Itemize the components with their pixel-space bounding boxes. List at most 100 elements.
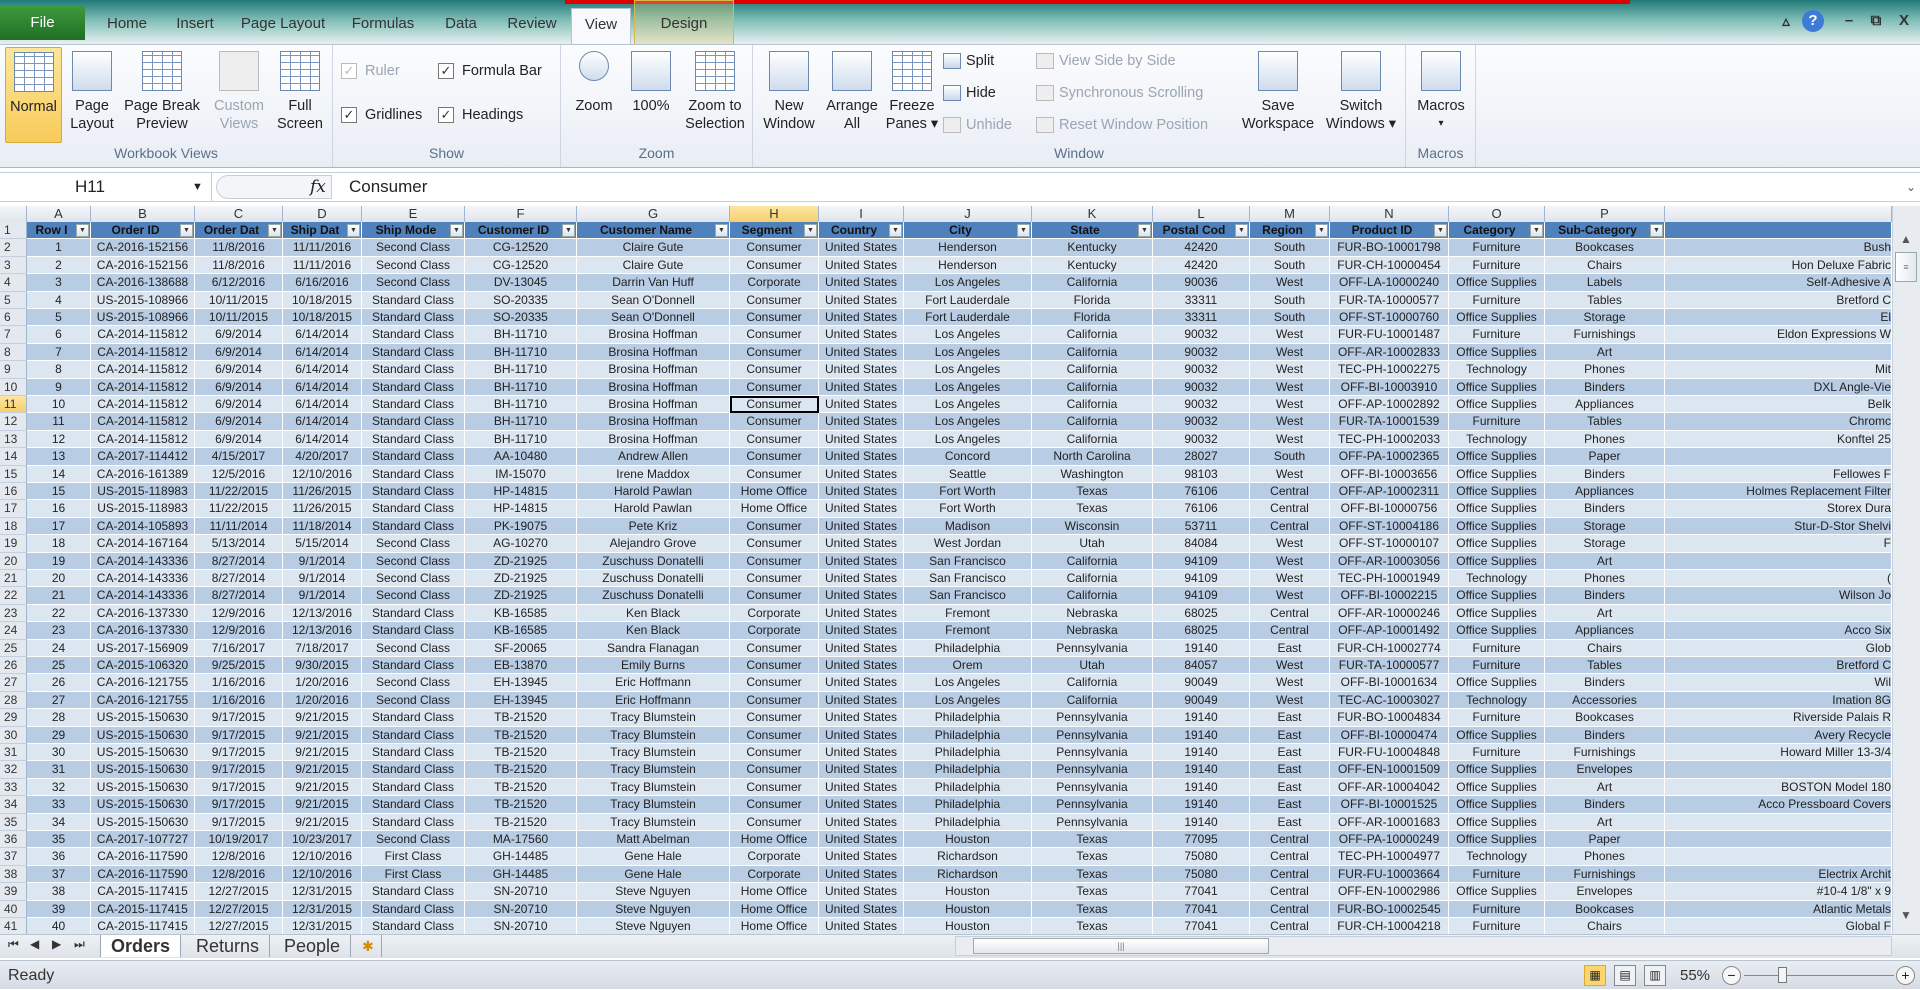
cell[interactable]: TB-21520 — [465, 796, 577, 814]
cell[interactable]: California — [1032, 430, 1153, 449]
column-header-cell[interactable] — [1665, 222, 1892, 240]
cell[interactable]: ZD-21925 — [465, 570, 577, 588]
cell[interactable]: 27 — [27, 691, 91, 710]
row-number[interactable]: 4 — [0, 274, 27, 292]
cell[interactable]: Bretford C — [1665, 657, 1892, 675]
cell[interactable]: Pennsylvania — [1032, 709, 1153, 727]
select-all-corner[interactable] — [0, 206, 27, 224]
cell[interactable]: CA-2014-105893 — [91, 517, 195, 536]
cell[interactable]: BH-11710 — [465, 430, 577, 449]
cell[interactable]: United States — [819, 865, 904, 884]
cell[interactable]: ZD-21925 — [465, 587, 577, 605]
cell[interactable]: Philadelphia — [904, 813, 1032, 831]
cell[interactable]: CA-2014-115812 — [91, 326, 195, 344]
cell[interactable]: Tables — [1545, 291, 1665, 309]
cell[interactable]: West — [1250, 326, 1330, 344]
row-number[interactable]: 22 — [0, 587, 27, 605]
cell[interactable]: CA-2014-167164 — [91, 535, 195, 553]
cell[interactable]: 11/22/2015 — [195, 483, 283, 501]
cell[interactable]: Pennsylvania — [1032, 778, 1153, 797]
cell[interactable]: United States — [819, 361, 904, 379]
cell[interactable]: California — [1032, 361, 1153, 379]
cell[interactable]: Pennsylvania — [1032, 796, 1153, 814]
cell[interactable]: Los Angeles — [904, 361, 1032, 379]
cell[interactable]: 16 — [27, 500, 91, 518]
cell[interactable]: Second Class — [362, 535, 465, 553]
cell[interactable]: 90032 — [1153, 430, 1250, 449]
cell[interactable]: 1 — [27, 239, 91, 257]
restore-window-icon[interactable]: ⧉ — [1865, 12, 1887, 29]
cell[interactable]: SO-20335 — [465, 291, 577, 309]
cell[interactable]: 6 — [27, 326, 91, 344]
column-header-b[interactable]: B — [91, 206, 195, 224]
cell[interactable]: Kentucky — [1032, 256, 1153, 275]
cell[interactable]: Tracy Blumstein — [577, 813, 730, 831]
cell[interactable]: CA-2014-115812 — [91, 413, 195, 431]
cell[interactable]: West — [1250, 396, 1330, 414]
row-number[interactable]: 36 — [0, 831, 27, 849]
cell[interactable]: 90032 — [1153, 413, 1250, 431]
cell[interactable]: Furniture — [1449, 256, 1545, 275]
cell[interactable]: 19140 — [1153, 709, 1250, 727]
cell[interactable]: East — [1250, 726, 1330, 744]
cell[interactable]: Philadelphia — [904, 778, 1032, 797]
tab-design[interactable]: Design — [634, 0, 734, 44]
cell[interactable]: Standard Class — [362, 761, 465, 779]
cell[interactable]: Washington — [1032, 465, 1153, 483]
cell[interactable]: 33 — [27, 796, 91, 814]
cell[interactable]: Furniture — [1449, 865, 1545, 884]
cell[interactable]: United States — [819, 657, 904, 675]
cell[interactable]: Eldon Expressions W — [1665, 326, 1892, 344]
cell[interactable]: Office Supplies — [1449, 726, 1545, 744]
cell[interactable]: 6/14/2014 — [283, 396, 362, 414]
cell[interactable]: FUR-FU-10004848 — [1330, 744, 1449, 762]
cell[interactable]: Kentucky — [1032, 239, 1153, 257]
cell[interactable]: Consumer — [730, 326, 819, 344]
cell[interactable]: Art — [1545, 604, 1665, 623]
row-number[interactable]: 28 — [0, 691, 27, 710]
cell[interactable]: 19140 — [1153, 639, 1250, 657]
cell[interactable]: Consumer — [730, 256, 819, 275]
cell[interactable]: 9 — [27, 378, 91, 396]
cell[interactable]: Philadelphia — [904, 639, 1032, 657]
row-number[interactable]: 32 — [0, 761, 27, 779]
first-sheet-icon[interactable]: ⏮ — [8, 937, 19, 952]
cell[interactable]: Furniture — [1449, 900, 1545, 918]
cell[interactable]: California — [1032, 274, 1153, 292]
cell[interactable]: Standard Class — [362, 378, 465, 396]
row-number[interactable]: 8 — [0, 343, 27, 362]
cell[interactable]: 94109 — [1153, 570, 1250, 588]
tab-page-layout[interactable]: Page Layout — [228, 8, 338, 44]
cell[interactable]: Standard Class — [362, 918, 465, 934]
cell[interactable]: AA-10480 — [465, 448, 577, 466]
cell[interactable]: Second Class — [362, 570, 465, 588]
cell[interactable]: 12/9/2016 — [195, 604, 283, 623]
column-header-o[interactable]: O — [1449, 206, 1545, 224]
cell[interactable]: Brosina Hoffman — [577, 430, 730, 449]
cell[interactable]: Houston — [904, 831, 1032, 849]
cell[interactable]: 12/10/2016 — [283, 465, 362, 483]
cell[interactable]: Florida — [1032, 309, 1153, 327]
cell[interactable]: Binders — [1545, 674, 1665, 692]
column-header-e[interactable]: E — [362, 206, 465, 224]
cell[interactable]: Atlantic Metals — [1665, 900, 1892, 918]
cell[interactable]: Avery Recycle — [1665, 726, 1892, 744]
cell[interactable]: US-2015-118983 — [91, 483, 195, 501]
cell[interactable] — [1665, 604, 1892, 623]
cell[interactable]: 23 — [27, 622, 91, 640]
cell[interactable]: West — [1250, 343, 1330, 362]
cell[interactable]: F — [1665, 535, 1892, 553]
cell[interactable]: Tables — [1545, 657, 1665, 675]
cell[interactable]: United States — [819, 831, 904, 849]
cell[interactable]: 9/17/2015 — [195, 761, 283, 779]
cell[interactable]: Standard Class — [362, 726, 465, 744]
cell[interactable]: Binders — [1545, 378, 1665, 396]
cell[interactable]: OFF-BI-10000474 — [1330, 726, 1449, 744]
cell[interactable]: Sandra Flanagan — [577, 639, 730, 657]
cell[interactable]: 33311 — [1153, 309, 1250, 327]
cell[interactable]: CA-2014-143336 — [91, 587, 195, 605]
cell[interactable]: Second Class — [362, 691, 465, 710]
cell[interactable]: CA-2017-114412 — [91, 448, 195, 466]
cell[interactable]: Standard Class — [362, 500, 465, 518]
cell[interactable]: United States — [819, 413, 904, 431]
